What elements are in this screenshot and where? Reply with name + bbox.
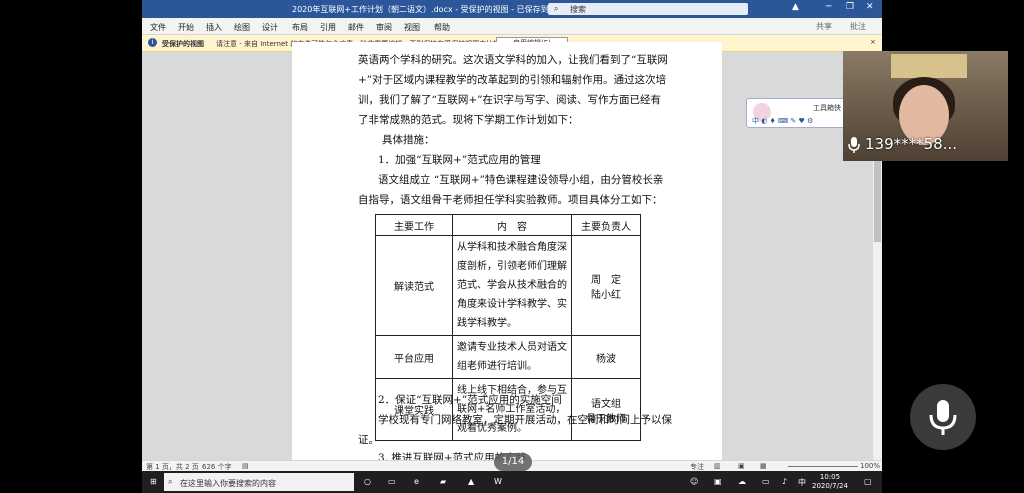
doc-line: 证。 — [358, 434, 379, 446]
table-header: 主要工作 — [375, 214, 453, 236]
close-bar-icon[interactable]: × — [870, 38, 876, 46]
table-cell-content: 从学科和技术融合角度深度剖析，引领老师们理解范式、学会从技术融合的角度来设计学科… — [452, 235, 572, 336]
table-header: 主要负责人 — [571, 214, 641, 236]
table-cell-owner: 杨波 — [571, 335, 641, 379]
table-cell-work: 课堂实践 — [375, 378, 453, 441]
screen-share: 2020年互联网+工作计划（朝二语文）.docx - 受保护的视图 - 已保存到… — [142, 0, 882, 493]
table-row: 解读范式 从学科和技术融合角度深度剖析，引领老师们理解范式、学会从技术融合的角度… — [375, 235, 641, 336]
folder-icon[interactable]: ▰ — [440, 477, 446, 486]
multitask-icon[interactable]: ▭ — [388, 477, 396, 486]
doc-line: 了非常成熟的范式。现将下学期工作计划如下： — [358, 114, 579, 126]
title-bar: 2020年互联网+工作计划（朝二语文）.docx - 受保护的视图 - 已保存到… — [142, 0, 882, 18]
tab-review[interactable]: 审阅 — [376, 22, 392, 33]
participant-video[interactable]: 139****58... — [843, 51, 1008, 161]
web-layout-icon[interactable]: ▦ — [760, 462, 767, 470]
warning-icon[interactable]: ▲ — [792, 2, 799, 12]
zoom-slider[interactable] — [788, 466, 858, 467]
search-icon: ⌕ — [554, 4, 559, 13]
window-title: 2020年互联网+工作计划（朝二语文）.docx - 受保护的视图 - 已保存到… — [292, 5, 581, 14]
table-cell-content: 线上线下相结合，参与互联网+名师工作室活动，观看优秀案例。 — [452, 378, 572, 441]
taskbar-clock[interactable]: 10:05 2020/7/24 — [812, 473, 848, 491]
doc-line: 语文组成立 “互联网+”特色课程建设领导小组，由分管校长亲 — [378, 174, 664, 186]
app-icon[interactable]: ▲ — [468, 477, 474, 486]
doc-heading: 1．加强“互联网+”范式应用的管理 — [378, 154, 541, 166]
cloud-icon[interactable]: ☁ — [738, 477, 746, 486]
share-button[interactable]: 共享 — [816, 21, 832, 32]
proofing-icon: ▤ — [242, 462, 249, 470]
tab-file[interactable]: 文件 — [150, 22, 166, 33]
network-icon[interactable]: ▭ — [762, 477, 770, 486]
doc-heading: 具体措施： — [382, 134, 435, 146]
table-cell-content: 邀请专业技术人员对语文组老师进行培训。 — [452, 335, 572, 379]
tab-design[interactable]: 设计 — [262, 22, 278, 33]
microphone-button[interactable] — [910, 384, 976, 450]
toolbar-label: 工具箱快 — [813, 104, 841, 112]
minimize-button[interactable]: ─ — [826, 2, 831, 12]
microphone-icon — [848, 137, 860, 153]
search-icon: ⌕ — [168, 477, 173, 486]
restore-button[interactable]: ❐ — [846, 2, 854, 12]
document-area[interactable]: 英语两个学科的研究。这次语文学科的加入，让我们看到了“互联网 +”对于区域内课程… — [142, 42, 882, 464]
doc-line: 英语两个学科的研究。这次语文学科的加入，让我们看到了“互联网 — [358, 54, 668, 66]
table-cell-owner: 语文组 骨干教师 — [571, 378, 641, 441]
doc-heading: 2．保证“互联网+”范式应用的实施空间 — [378, 394, 562, 406]
protected-view-label: 受保护的视图 — [162, 40, 204, 48]
print-layout-icon[interactable]: ▣ — [738, 462, 745, 470]
zoom-level[interactable]: 100% — [860, 462, 880, 470]
tab-help[interactable]: 帮助 — [434, 22, 450, 33]
windows-start-icon[interactable]: ⊞ — [150, 477, 157, 486]
clock-date: 2020/7/24 — [812, 482, 848, 490]
table-row: 平台应用 邀请专业技术人员对语文组老师进行培训。 杨波 — [375, 335, 641, 379]
doc-line: 学校现有专门网络教室，定期开展活动，在空间和时间上予以保 — [378, 414, 672, 426]
page-indicator: 1/14 — [494, 453, 532, 471]
ribbon-tabs: 文件 开始 插入 绘图 设计 布局 引用 邮件 审阅 视图 帮助 共享 批注 — [142, 18, 882, 35]
read-mode-icon[interactable]: ▥ — [714, 462, 721, 470]
tab-insert[interactable]: 插入 — [206, 22, 222, 33]
table-cell-owner: 周 定 陆小红 — [571, 235, 641, 336]
microphone-icon — [929, 400, 957, 435]
volume-icon[interactable]: ♪ — [782, 477, 787, 486]
wall-painting — [891, 54, 967, 78]
comments-button[interactable]: 批注 — [850, 21, 866, 32]
document-page[interactable]: 英语两个学科的研究。这次语文学科的加入，让我们看到了“互联网 +”对于区域内课程… — [292, 42, 722, 464]
tray-icon[interactable]: ▣ — [714, 477, 722, 486]
table-cell-work: 解读范式 — [375, 235, 453, 336]
edge-icon[interactable]: e — [414, 477, 419, 486]
ime-lang[interactable]: 中 — [798, 477, 806, 488]
table-header: 内 容 — [452, 214, 572, 236]
close-button[interactable]: ✕ — [866, 2, 874, 12]
info-icon: i — [148, 38, 157, 47]
word-icon[interactable]: W — [494, 477, 502, 486]
table-row: 课堂实践 线上线下相结合，参与互联网+名师工作室活动，观看优秀案例。 语文组 骨… — [375, 378, 641, 441]
taskbar-search-placeholder: 在这里输入你要搜索的内容 — [180, 479, 276, 488]
participant-name: 139****58... — [865, 135, 958, 153]
tab-references[interactable]: 引用 — [320, 22, 336, 33]
search-placeholder: 搜索 — [570, 5, 586, 14]
doc-line: 训，我们了解了“互联网+”在识字与写字、阅读、写作方面已经有 — [358, 94, 662, 106]
tab-mailings[interactable]: 邮件 — [348, 22, 364, 33]
doc-line: +”对于区域内课程教学的改革起到的引领和辐射作用。通过这次培 — [358, 74, 667, 86]
notification-icon[interactable]: ▢ — [864, 477, 872, 486]
task-view-icon[interactable]: ○ — [364, 477, 371, 486]
tab-draw[interactable]: 绘图 — [234, 22, 250, 33]
search-box[interactable]: ⌕ 搜索 — [548, 3, 748, 15]
tab-layout[interactable]: 布局 — [292, 22, 308, 33]
table-cell-work: 平台应用 — [375, 335, 453, 379]
people-icon[interactable]: ☺ — [690, 477, 698, 486]
clock-time: 10:05 — [819, 473, 841, 481]
doc-line: 自指导，语文组骨干老师担任学科实验教师。项目具体分工如下： — [358, 194, 663, 206]
taskbar: ⊞ ⌕ 在这里输入你要搜索的内容 ○ ▭ e ▰ ▲ W ☺ ▣ ☁ ▭ ♪ 中… — [142, 471, 882, 493]
tab-home[interactable]: 开始 — [178, 22, 194, 33]
toolbar-icons[interactable]: 中 ◐ ♦ ⌨ ✎ ♥ ⚙ — [752, 116, 813, 126]
tab-view[interactable]: 视图 — [404, 22, 420, 33]
taskbar-search[interactable]: ⌕ 在这里输入你要搜索的内容 — [164, 473, 354, 491]
